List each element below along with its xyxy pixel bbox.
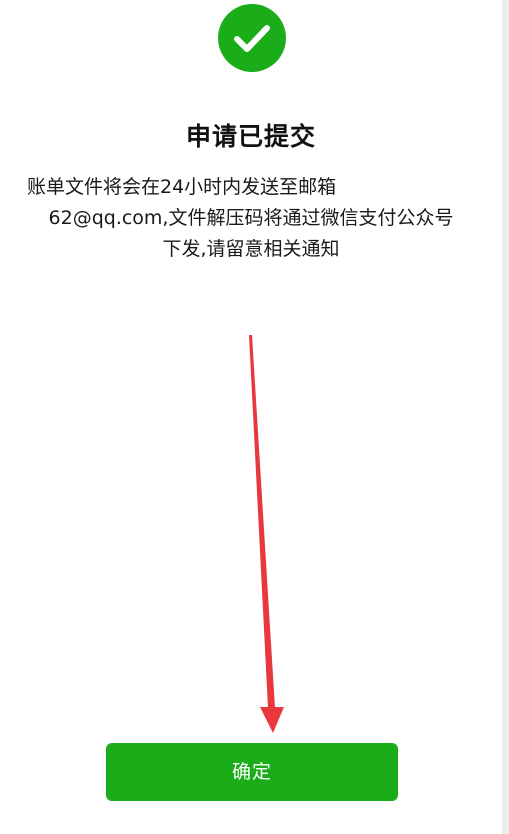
result-message: 账单文件将会在24小时内发送至邮箱 62@qq.com,文件解压码将通过微信支付… <box>0 172 502 265</box>
message-line-1: 账单文件将会在24小时内发送至邮箱 <box>27 176 337 198</box>
success-checkmark-icon <box>218 4 286 72</box>
message-line-3: 下发,请留意相关通知 <box>162 238 340 260</box>
confirm-button[interactable]: 确定 <box>106 743 398 801</box>
screen-edge-divider <box>502 0 509 834</box>
submission-result-page: 申请已提交 账单文件将会在24小时内发送至邮箱 62@qq.com,文件解压码将… <box>0 0 509 834</box>
page-title: 申请已提交 <box>185 122 316 151</box>
message-line-2: 62@qq.com,文件解压码将通过微信支付公众号 <box>48 207 454 229</box>
